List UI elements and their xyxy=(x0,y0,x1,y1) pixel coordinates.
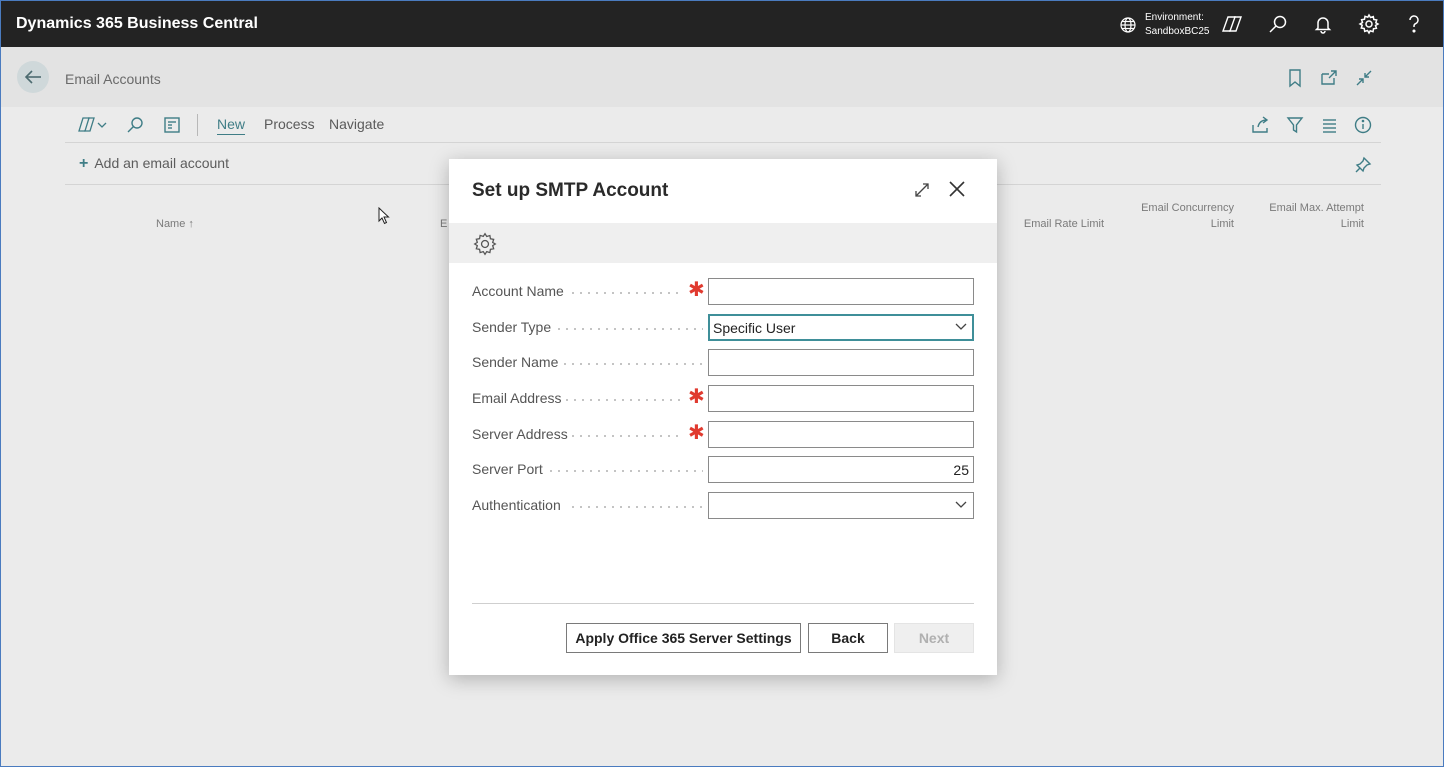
sender-type-label: Sender Type xyxy=(472,319,552,335)
account-name-label: Account Name xyxy=(472,283,564,299)
leader-dots xyxy=(569,435,683,437)
close-icon[interactable] xyxy=(947,179,967,204)
tab-new[interactable]: New xyxy=(217,116,245,132)
search-icon[interactable] xyxy=(125,115,145,140)
field-row-sender-type: Sender Type Specific User xyxy=(472,314,974,342)
chevron-down-icon xyxy=(955,501,967,508)
page-header xyxy=(1,47,1443,107)
chevron-down-icon xyxy=(955,323,967,330)
required-icon: ✱ xyxy=(688,422,705,444)
back-button[interactable] xyxy=(17,61,49,93)
sender-name-label: Sender Name xyxy=(472,354,559,370)
next-button[interactable]: Next xyxy=(894,623,974,653)
authentication-select[interactable] xyxy=(708,492,974,519)
authentication-label: Authentication xyxy=(472,497,561,513)
server-address-input[interactable] xyxy=(708,421,974,448)
share-icon[interactable] xyxy=(1250,115,1270,140)
actionbar-divider xyxy=(65,142,1381,143)
globe-icon xyxy=(1120,17,1136,33)
leader-dots xyxy=(569,506,703,508)
sender-name-input[interactable] xyxy=(708,349,974,376)
filter-icon[interactable] xyxy=(1285,115,1305,140)
concurrency-line-1: Email Concurrency xyxy=(1141,202,1234,214)
expand-icon[interactable] xyxy=(913,181,931,204)
email-address-label: Email Address xyxy=(472,390,562,406)
email-address-input[interactable] xyxy=(708,385,974,412)
server-address-label: Server Address xyxy=(472,426,568,442)
sender-type-value: Specific User xyxy=(713,320,796,336)
leader-dots xyxy=(563,399,683,401)
arrow-left-icon xyxy=(24,70,41,84)
server-port-label: Server Port xyxy=(472,461,543,477)
add-email-account-button[interactable]: + Add an email account xyxy=(79,155,229,173)
copilot-icon[interactable] xyxy=(1220,12,1244,36)
search-icon[interactable] xyxy=(1266,12,1290,36)
apply-office365-settings-button[interactable]: Apply Office 365 Server Settings xyxy=(566,623,801,653)
gear-icon xyxy=(473,232,497,256)
smtp-setup-dialog: Set up SMTP Account Account Name ✱ Sende… xyxy=(449,159,997,675)
field-row-server-address: Server Address ✱ xyxy=(472,421,974,449)
pin-icon[interactable] xyxy=(1353,155,1373,180)
environment-switcher[interactable]: Environment: SandboxBC25 xyxy=(1119,10,1210,40)
info-icon[interactable] xyxy=(1353,115,1373,140)
open-new-window-icon[interactable] xyxy=(1319,68,1339,88)
action-separator xyxy=(197,114,198,136)
plus-icon: + xyxy=(79,155,89,172)
leader-dots xyxy=(569,292,683,294)
page-title: Email Accounts xyxy=(65,71,161,87)
concurrency-line-2: Limit xyxy=(1210,218,1234,230)
max-attempt-line-2: Limit xyxy=(1340,218,1364,230)
bell-icon[interactable] xyxy=(1311,12,1335,36)
mouse-cursor xyxy=(378,206,390,230)
column-header-max-attempt-limit[interactable]: Email Max. Attempt Limit xyxy=(1251,200,1364,232)
account-name-input[interactable] xyxy=(708,278,974,305)
required-icon: ✱ xyxy=(688,386,705,408)
field-row-sender-name: Sender Name xyxy=(472,349,974,377)
column-header-concurrency-limit[interactable]: Email Concurrency Limit xyxy=(1121,200,1234,232)
max-attempt-line-1: Email Max. Attempt xyxy=(1269,202,1364,214)
field-row-authentication: Authentication xyxy=(472,492,974,520)
leader-dots xyxy=(555,328,703,330)
required-icon: ✱ xyxy=(688,279,705,301)
column-header-rate-limit[interactable]: Email Rate Limit xyxy=(1011,216,1104,232)
field-row-email-address: Email Address ✱ xyxy=(472,385,974,413)
dialog-title: Set up SMTP Account xyxy=(472,180,669,201)
server-port-input[interactable]: 25 xyxy=(708,456,974,483)
edit-list-icon[interactable] xyxy=(162,115,182,140)
environment-value: SandboxBC25 xyxy=(1145,26,1210,37)
column-header-name[interactable]: Name ↑ xyxy=(156,216,194,232)
sender-type-select[interactable]: Specific User xyxy=(708,314,974,341)
leader-dots xyxy=(561,363,703,365)
app-title[interactable]: Dynamics 365 Business Central xyxy=(16,15,258,33)
tab-process[interactable]: Process xyxy=(264,116,315,132)
collapse-icon[interactable] xyxy=(1354,68,1374,88)
field-row-server-port: Server Port 25 xyxy=(472,456,974,484)
top-navigation-bar: Dynamics 365 Business Central Environmen… xyxy=(1,1,1443,47)
list-view-icon[interactable] xyxy=(1319,115,1339,140)
dialog-footer-divider xyxy=(472,603,974,604)
add-email-account-label: Add an email account xyxy=(94,155,229,171)
gear-icon[interactable] xyxy=(1357,12,1381,36)
dialog-banner xyxy=(449,223,997,263)
bookmark-icon[interactable] xyxy=(1285,68,1305,88)
field-row-account-name: Account Name ✱ xyxy=(472,278,974,306)
leader-dots xyxy=(547,470,703,472)
back-button[interactable]: Back xyxy=(808,623,888,653)
help-icon[interactable] xyxy=(1402,12,1426,36)
tab-navigate[interactable]: Navigate xyxy=(329,116,384,132)
copilot-dropdown-icon[interactable] xyxy=(77,115,111,140)
environment-label: Environment: xyxy=(1145,12,1204,23)
column-header-email[interactable]: E xyxy=(440,216,447,232)
